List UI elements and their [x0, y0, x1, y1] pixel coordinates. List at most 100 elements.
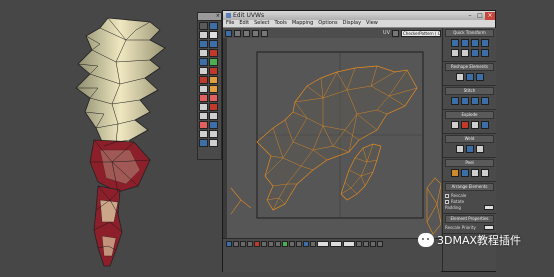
unpin-button[interactable] [480, 169, 489, 177]
align-button[interactable] [460, 39, 469, 47]
uv-axis-label[interactable]: UV [383, 30, 390, 36]
menu-mapping[interactable]: Mapping [292, 20, 313, 27]
rescale-option[interactable]: Rescale [445, 193, 494, 198]
tool-button[interactable] [209, 94, 218, 102]
tool-button[interactable] [209, 139, 218, 147]
rollout-title[interactable]: Reshape Elements [445, 63, 494, 71]
rescale-priority-field[interactable] [484, 225, 494, 230]
menu-edit[interactable]: Edit [239, 20, 249, 27]
peel-mode-button[interactable] [460, 169, 469, 177]
straighten-button[interactable] [455, 73, 464, 81]
grow-selection-button[interactable] [254, 241, 260, 247]
lock-selection-button[interactable] [310, 241, 316, 247]
zoom-button[interactable] [363, 241, 369, 247]
texture-dropdown[interactable]: CheckerPattern ( Checker ) [401, 29, 441, 37]
weld-target-button[interactable] [465, 145, 474, 153]
menu-view[interactable]: View [366, 20, 378, 27]
shrink-selection-button[interactable] [261, 241, 267, 247]
rollout-title[interactable]: Arrange Elements [445, 183, 494, 191]
stitch-button[interactable] [450, 97, 459, 105]
flatten-button[interactable] [470, 121, 479, 129]
rotate-90-button[interactable] [460, 49, 469, 57]
menu-tools[interactable]: Tools [275, 20, 287, 27]
tool-button[interactable] [199, 76, 208, 84]
floating-toolbar[interactable]: × [197, 12, 222, 160]
weld-button[interactable] [455, 145, 464, 153]
tool-button[interactable] [199, 67, 208, 75]
tool-button[interactable] [209, 58, 218, 66]
rotate-90-button[interactable] [450, 49, 459, 57]
rescale-checkbox[interactable] [445, 193, 449, 198]
tool-button[interactable] [209, 130, 218, 138]
weld-threshold-button[interactable] [475, 145, 484, 153]
stitch-button[interactable] [480, 97, 489, 105]
move-tool-button[interactable] [225, 29, 232, 37]
tool-button[interactable] [209, 121, 218, 129]
soft-select-button[interactable] [289, 241, 295, 247]
maximize-button[interactable]: □ [475, 12, 485, 20]
face-mode-button[interactable] [240, 241, 246, 247]
menu-options[interactable]: Options [318, 20, 337, 27]
tool-button[interactable] [199, 103, 208, 111]
tool-button[interactable] [209, 40, 218, 48]
tool-button[interactable] [199, 58, 208, 66]
vertex-mode-button[interactable] [226, 241, 232, 247]
rotate-tool-button[interactable] [234, 29, 241, 37]
rollout-title[interactable]: Explode [445, 111, 494, 119]
break-button[interactable] [450, 121, 459, 129]
tool-button[interactable] [209, 22, 218, 30]
minimize-button[interactable]: – [465, 12, 475, 20]
tool-button[interactable] [199, 85, 208, 93]
close-button[interactable]: × [485, 11, 495, 20]
rotate-checkbox[interactable] [445, 199, 449, 204]
loop-button[interactable] [275, 241, 281, 247]
menu-select[interactable]: Select [254, 20, 269, 27]
detach-button[interactable] [460, 121, 469, 129]
rollout-title[interactable]: Stitch [445, 87, 494, 95]
hand-pan-button[interactable] [356, 241, 362, 247]
explode-button[interactable] [480, 121, 489, 129]
tool-button[interactable] [209, 67, 218, 75]
toolbar-close-button[interactable]: × [198, 13, 221, 21]
align-button[interactable] [450, 39, 459, 47]
relax-settings-button[interactable] [475, 73, 484, 81]
quick-peel-button[interactable] [450, 169, 459, 177]
padding-field[interactable] [484, 205, 494, 210]
tool-button[interactable] [199, 40, 208, 48]
edge-mode-button[interactable] [233, 241, 239, 247]
uv-editor-canvas[interactable] [227, 38, 441, 238]
pin-button[interactable] [470, 169, 479, 177]
ring-button[interactable] [268, 241, 274, 247]
rollout-title[interactable]: Element Properties [445, 215, 494, 223]
weld-toggle-button[interactable] [296, 241, 302, 247]
tool-button[interactable] [199, 121, 208, 129]
tool-button[interactable] [199, 22, 208, 30]
menu-display[interactable]: Display [343, 20, 361, 27]
rotate-option[interactable]: Rotate [445, 199, 494, 204]
tool-button[interactable] [199, 31, 208, 39]
align-button[interactable] [470, 39, 479, 47]
rollout-title[interactable]: Quick Transform [445, 29, 494, 37]
scale-tool-button[interactable] [243, 29, 250, 37]
zoom-region-button[interactable] [370, 241, 376, 247]
window-titlebar[interactable]: Edit UVWs – □ × [223, 11, 495, 20]
rollout-title[interactable]: Peel [445, 159, 494, 167]
tool-button[interactable] [199, 49, 208, 57]
show-map-button[interactable] [392, 29, 399, 37]
tool-button[interactable] [209, 31, 218, 39]
tool-button[interactable] [209, 49, 218, 57]
tool-button[interactable] [209, 112, 218, 120]
u-coord-field[interactable] [317, 241, 329, 247]
tool-button[interactable] [209, 103, 218, 111]
tool-button[interactable] [199, 139, 208, 147]
w-coord-field[interactable] [343, 241, 355, 247]
space-button[interactable] [480, 49, 489, 57]
tool-button[interactable] [209, 85, 218, 93]
rollout-title[interactable]: Weld [445, 135, 494, 143]
tool-button[interactable] [199, 112, 208, 120]
menu-file[interactable]: File [226, 20, 234, 27]
freeform-tool-button[interactable] [252, 29, 259, 37]
align-button[interactable] [480, 39, 489, 47]
tool-button[interactable] [199, 94, 208, 102]
tool-button[interactable] [199, 130, 208, 138]
